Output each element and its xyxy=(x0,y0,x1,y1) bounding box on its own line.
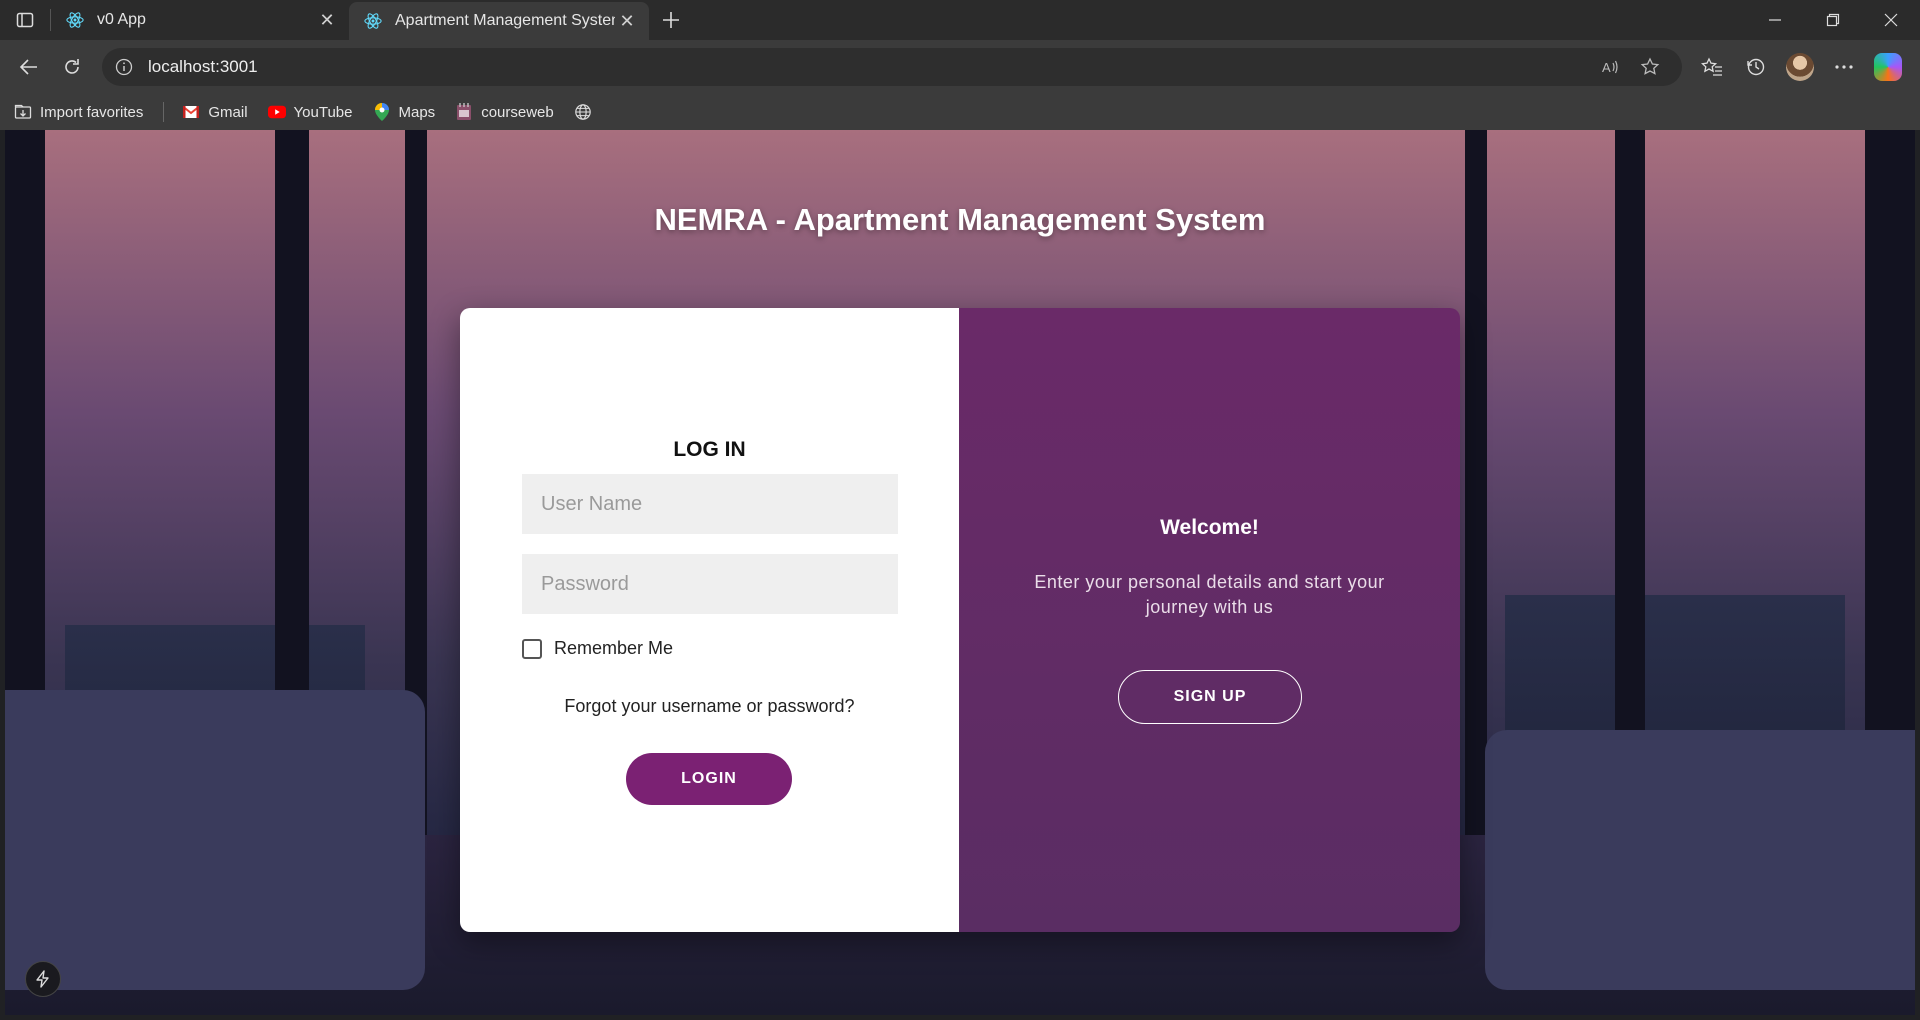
minimize-button[interactable] xyxy=(1746,0,1804,40)
minimize-icon xyxy=(1769,19,1781,21)
page-title: NEMRA - Apartment Management System xyxy=(654,202,1266,237)
welcome-heading: Welcome! xyxy=(1160,516,1259,539)
close-icon xyxy=(1884,13,1898,27)
site-info-icon[interactable] xyxy=(114,57,134,77)
svg-text:A: A xyxy=(1602,60,1611,75)
signup-button[interactable]: SIGN UP xyxy=(1118,670,1302,724)
page-viewport: NEMRA - Apartment Management System LOG … xyxy=(5,130,1915,1015)
new-tab-button[interactable] xyxy=(651,0,691,40)
plus-icon xyxy=(663,12,679,28)
tab-apartment-management[interactable]: Apartment Management System ✕ xyxy=(349,2,649,40)
browser-toolbar: localhost:3001 A xyxy=(0,40,1920,94)
lightning-bolt-icon xyxy=(36,970,49,988)
import-icon xyxy=(14,103,32,121)
remember-me-label: Remember Me xyxy=(554,638,674,658)
close-window-button[interactable] xyxy=(1862,0,1920,40)
background-sofa-right xyxy=(1485,730,1915,990)
bookmark-separator xyxy=(163,102,165,122)
profile-button[interactable] xyxy=(1778,47,1822,87)
login-button[interactable]: LOGIN xyxy=(626,753,792,805)
tab-title: v0 App xyxy=(97,11,146,28)
signup-panel: Welcome! Enter your personal details and… xyxy=(959,308,1460,932)
favorites-button[interactable] xyxy=(1690,47,1734,87)
bookmark-youtube[interactable]: YouTube xyxy=(267,103,353,121)
background-mullion xyxy=(1465,130,1487,865)
refresh-icon xyxy=(64,59,79,74)
password-input[interactable] xyxy=(522,554,898,614)
remember-me-checkbox[interactable] xyxy=(522,638,542,659)
history-button[interactable] xyxy=(1734,47,1778,87)
tab-title: Apartment Management System xyxy=(395,12,615,29)
bookmark-maps[interactable]: Maps xyxy=(373,103,436,121)
history-icon xyxy=(1747,58,1765,76)
tab-actions-button[interactable] xyxy=(0,0,50,40)
bookmark-label: Maps xyxy=(398,103,436,121)
restore-icon xyxy=(1826,13,1840,27)
react-icon xyxy=(65,10,85,30)
bookmark-label: YouTube xyxy=(293,103,353,121)
back-arrow-icon xyxy=(19,59,37,75)
restore-button[interactable] xyxy=(1804,0,1862,40)
favorite-star-icon[interactable] xyxy=(1630,57,1670,77)
globe-icon xyxy=(574,103,592,121)
login-panel: LOG IN Remember Me Forgot your username … xyxy=(460,308,959,932)
dev-tools-button[interactable] xyxy=(25,961,61,997)
remember-me[interactable]: Remember Me xyxy=(522,638,673,659)
copilot-icon xyxy=(1874,53,1902,81)
bookmark-label: Gmail xyxy=(208,103,248,121)
welcome-text: Enter your personal details and start yo… xyxy=(1034,572,1385,617)
tab-v0-app[interactable]: v0 App ✕ xyxy=(51,0,349,40)
more-menu-button[interactable] xyxy=(1822,47,1866,87)
gmail-icon xyxy=(182,103,200,121)
youtube-icon xyxy=(267,103,286,121)
tab-strip: v0 App ✕ Apartment Management System ✕ xyxy=(0,0,1920,40)
bookmark-globe[interactable] xyxy=(574,103,600,121)
url-text: localhost:3001 xyxy=(148,57,258,76)
bookmark-import-favorites[interactable]: Import favorites xyxy=(14,103,143,121)
bookmark-courseweb[interactable]: courseweb xyxy=(455,103,554,121)
maps-icon xyxy=(373,103,391,121)
refresh-button[interactable] xyxy=(53,47,90,87)
bookmark-gmail[interactable]: Gmail xyxy=(182,103,248,121)
toolbar-right xyxy=(1690,47,1910,87)
close-tab-icon[interactable]: ✕ xyxy=(315,8,339,32)
window-controls xyxy=(1746,0,1920,40)
close-tab-icon[interactable]: ✕ xyxy=(615,9,639,33)
login-heading: LOG IN xyxy=(673,438,746,461)
browser-chrome: v0 App ✕ Apartment Management System ✕ l… xyxy=(0,0,1920,130)
address-bar[interactable]: localhost:3001 A xyxy=(102,48,1682,86)
back-button[interactable] xyxy=(10,47,47,87)
sidebar-toggle-icon xyxy=(16,12,34,28)
auth-card: LOG IN Remember Me Forgot your username … xyxy=(460,308,1460,932)
favorites-icon xyxy=(1701,57,1722,76)
copilot-button[interactable] xyxy=(1866,47,1910,87)
read-aloud-icon[interactable]: A xyxy=(1590,57,1630,77)
more-dots-icon xyxy=(1835,65,1853,69)
username-input[interactable] xyxy=(522,474,898,534)
courseweb-icon xyxy=(455,103,473,121)
avatar xyxy=(1786,53,1814,81)
bookmark-label: courseweb xyxy=(481,103,554,121)
background-sofa-left xyxy=(5,690,425,990)
bookmarks-bar: Import favorites Gmail YouTube Maps cour… xyxy=(0,94,1920,130)
bookmark-label: Import favorites xyxy=(40,103,144,121)
react-icon xyxy=(363,11,383,31)
forgot-credentials-link[interactable]: Forgot your username or password? xyxy=(460,696,959,717)
